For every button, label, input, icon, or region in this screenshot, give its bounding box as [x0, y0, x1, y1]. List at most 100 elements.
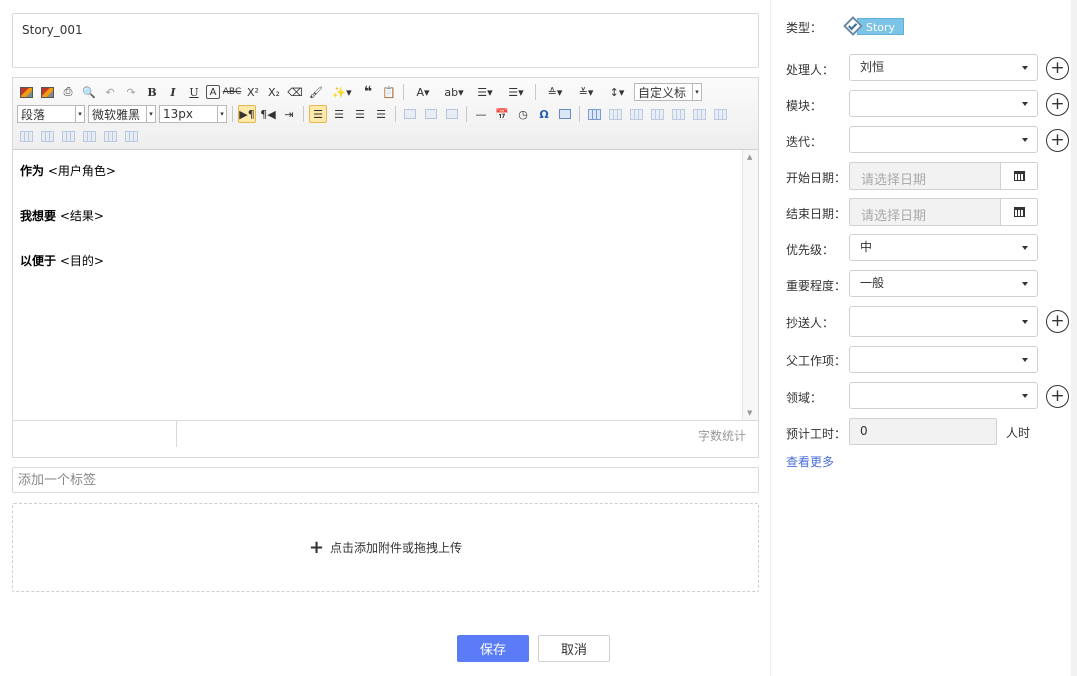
editor-content[interactable]: 作为 <用户角色> 我想要 <结果> 以便于 <目的> — [13, 150, 742, 420]
delete-col-icon[interactable] — [711, 105, 729, 123]
image-float-left-icon[interactable] — [401, 105, 419, 123]
row-spacing-top-icon[interactable]: ≙▾ — [541, 83, 569, 101]
subscript-icon[interactable]: X₂ — [265, 83, 283, 101]
priority-value: 中 — [860, 240, 873, 254]
strikethrough-icon[interactable]: ABC — [223, 83, 241, 101]
priority-select[interactable]: 中 — [849, 234, 1038, 261]
end-date-picker[interactable]: 请选择日期 — [849, 198, 1038, 226]
title-input[interactable]: Story_001 — [12, 13, 759, 68]
split-cols-icon[interactable] — [122, 127, 140, 145]
insert-paragraph-before-table-icon[interactable] — [627, 105, 645, 123]
importance-select[interactable]: 一般 — [849, 270, 1038, 297]
insert-table-icon[interactable] — [585, 105, 603, 123]
bold-icon[interactable]: B — [143, 83, 161, 101]
font-size-select[interactable]: 13px ▾ — [159, 105, 227, 123]
image-center-icon[interactable] — [443, 105, 461, 123]
cancel-button[interactable]: 取消 — [538, 635, 610, 662]
align-left-icon[interactable]: ☰ — [309, 105, 327, 123]
iteration-select[interactable] — [849, 126, 1038, 153]
calendar-icon[interactable] — [1000, 163, 1037, 189]
custom-title-label: 自定义标 — [638, 85, 687, 100]
split-cells-icon[interactable] — [80, 127, 98, 145]
underline-icon[interactable]: U — [185, 83, 203, 101]
page-scrollbar[interactable] — [1071, 0, 1077, 676]
merge-down-icon[interactable] — [59, 127, 77, 145]
scroll-up-icon[interactable]: ▲ — [747, 153, 752, 161]
start-date-picker[interactable]: 请选择日期 — [849, 162, 1038, 190]
editor-toolbar: ⎙ 🔍 ↶ ↷ B I U A ABC X² X₂ ⌫ 🖌 ✨▾ ❝ 📋 A▾ … — [13, 78, 758, 150]
align-right-icon[interactable]: ☰ — [351, 105, 369, 123]
paragraph-select[interactable]: 段落 ▾ — [17, 105, 85, 123]
insert-row-icon[interactable] — [648, 105, 666, 123]
insert-image-icon[interactable] — [17, 83, 35, 101]
cc-label: 抄送人： — [786, 316, 835, 330]
preview-icon[interactable]: 🔍 — [80, 83, 98, 101]
add-cc-button[interactable]: + — [1046, 310, 1069, 333]
format-brush-icon[interactable]: 🖌 — [307, 83, 325, 101]
horizontal-rule-icon[interactable]: — — [472, 105, 490, 123]
blockquote-icon[interactable]: ❝ — [359, 83, 377, 101]
domain-select[interactable] — [849, 382, 1038, 409]
chevron-down-icon — [1022, 102, 1028, 106]
ltr-direction-icon[interactable]: ▶¶ — [238, 105, 256, 123]
italic-icon[interactable]: I — [164, 83, 182, 101]
add-module-button[interactable]: + — [1046, 93, 1069, 116]
split-rows-icon[interactable] — [101, 127, 119, 145]
delete-table-icon[interactable] — [606, 105, 624, 123]
add-assignee-button[interactable]: + — [1046, 57, 1069, 80]
plus-icon: + — [1050, 94, 1065, 114]
merge-right-icon[interactable] — [38, 127, 56, 145]
template-icon[interactable] — [556, 105, 574, 123]
delete-row-icon[interactable] — [669, 105, 687, 123]
scroll-down-icon[interactable]: ▼ — [747, 409, 752, 417]
cc-select[interactable] — [849, 306, 1038, 337]
word-count[interactable]: 字数统计 — [698, 427, 746, 444]
merge-cells-icon[interactable] — [17, 127, 35, 145]
add-domain-button[interactable]: + — [1046, 385, 1069, 408]
calendar-icon[interactable] — [1000, 199, 1037, 225]
ordered-list-icon[interactable]: ☰▾ — [471, 83, 499, 101]
unordered-list-icon[interactable]: ☰▾ — [502, 83, 530, 101]
editor-scrollbar[interactable]: ▲ ▼ — [742, 150, 758, 420]
align-center-icon[interactable]: ☰ — [330, 105, 348, 123]
view-more-link[interactable]: 查看更多 — [786, 453, 834, 470]
module-select[interactable] — [849, 90, 1038, 117]
line-height-icon[interactable]: ↕▾ — [603, 83, 631, 101]
custom-title-select[interactable]: 自定义标 ▾ — [634, 83, 702, 101]
font-family-select[interactable]: 微软雅黑 ▾ — [88, 105, 156, 123]
rtl-direction-icon[interactable]: ¶◀ — [259, 105, 277, 123]
paste-plain-icon[interactable]: 📋 — [380, 83, 398, 101]
parent-item-select[interactable] — [849, 346, 1038, 373]
plus-icon: + — [308, 536, 325, 558]
estimate-input[interactable]: 0 — [849, 418, 997, 445]
auto-format-icon[interactable]: ✨▾ — [328, 83, 356, 101]
row-spacing-bottom-icon[interactable]: ≚▾ — [572, 83, 600, 101]
superscript-icon[interactable]: X² — [244, 83, 262, 101]
font-color-icon[interactable]: A▾ — [409, 83, 437, 101]
insert-col-icon[interactable] — [690, 105, 708, 123]
insert-video-icon[interactable] — [38, 83, 56, 101]
chevron-down-icon: ▾ — [692, 84, 701, 100]
type-value: Story — [857, 17, 905, 35]
date-icon[interactable]: 📅 — [493, 105, 511, 123]
indent-icon[interactable]: ⇥ — [280, 105, 298, 123]
tag-input[interactable] — [12, 467, 759, 493]
chevron-down-icon — [1022, 138, 1028, 142]
importance-value: 一般 — [860, 276, 885, 290]
type-badge[interactable]: Story — [843, 16, 905, 36]
highlight-color-icon[interactable]: ab▾ — [440, 83, 468, 101]
estimate-label: 预计工时： — [786, 427, 847, 441]
undo-icon[interactable]: ↶ — [101, 83, 119, 101]
image-float-right-icon[interactable] — [422, 105, 440, 123]
add-iteration-button[interactable]: + — [1046, 129, 1069, 152]
save-button[interactable]: 保存 — [457, 635, 529, 662]
attachment-dropzone[interactable]: + 点击添加附件或拖拽上传 — [12, 503, 759, 592]
font-border-icon[interactable]: A — [206, 85, 220, 99]
time-icon[interactable]: ◷ — [514, 105, 532, 123]
print-icon[interactable]: ⎙ — [59, 83, 77, 101]
assignee-select[interactable]: 刘恒 — [849, 54, 1038, 81]
eraser-icon[interactable]: ⌫ — [286, 83, 304, 101]
special-char-icon[interactable]: Ω — [535, 105, 553, 123]
align-justify-icon[interactable]: ☰ — [372, 105, 390, 123]
redo-icon[interactable]: ↷ — [122, 83, 140, 101]
